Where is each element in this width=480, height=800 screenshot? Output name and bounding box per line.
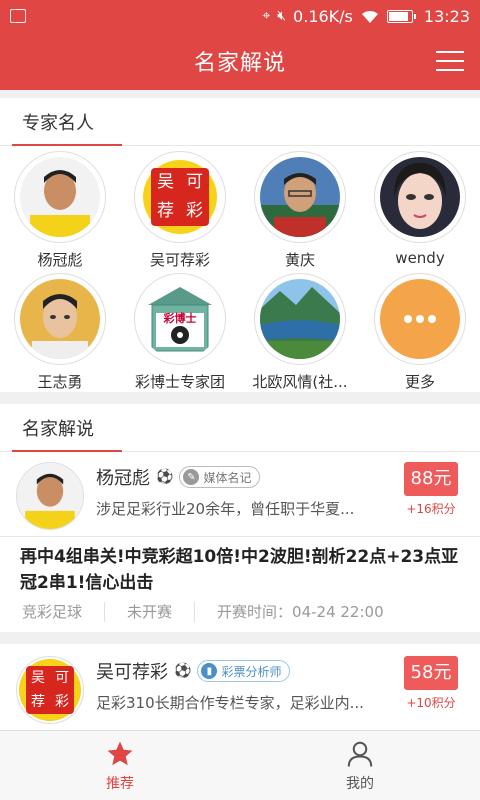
- expert-name: 吴可荐彩: [149, 251, 210, 269]
- section-underline: [12, 144, 122, 146]
- expert-name: 王志勇: [37, 373, 83, 391]
- avatar-ring: [374, 273, 466, 365]
- card-author-row: 杨冠彪 ⚽ ✎ 媒体名记 涉足足彩行业20余年，曾任职于华夏... 88元 +1…: [0, 458, 480, 534]
- page-title: 名家解说: [193, 51, 286, 76]
- commentary-card[interactable]: 吴 可 荐 彩 吴可荐彩 ⚽ ▮ 彩票分析师 足彩310长期合作专栏专家，足彩业…: [0, 644, 480, 730]
- author-description: 涉足足彩行业20余年，曾任职于华夏...: [96, 500, 355, 518]
- expert-name: wendy: [395, 249, 445, 267]
- clock: 13:23: [423, 6, 470, 26]
- pen-icon: ✎: [183, 469, 200, 485]
- stamp-logo: 吴 可 荐 彩: [143, 160, 217, 234]
- avatar-ring: [374, 151, 466, 243]
- section-title: 专家名人: [22, 113, 94, 134]
- author-line: 吴可荐彩 ⚽ ▮ 彩票分析师: [96, 658, 291, 684]
- network-speed: 0.16K/s: [293, 6, 353, 26]
- author-description: 足彩310长期合作专栏专家，足彩业内...: [96, 694, 364, 712]
- avatar-ring: [14, 151, 106, 243]
- section-underline: [12, 450, 122, 452]
- expert-name: 杨冠彪: [37, 251, 83, 269]
- avatar: 彩博士: [140, 279, 220, 359]
- price-value: 58元: [404, 656, 458, 690]
- expert-name: 更多: [404, 373, 435, 391]
- card-author-row: 吴 可 荐 彩 吴可荐彩 ⚽ ▮ 彩票分析师 足彩310长期合作专栏专家，足彩业…: [0, 652, 480, 728]
- battery-icon: [386, 9, 416, 23]
- author-name: 吴可荐彩: [96, 662, 168, 683]
- meta-category: 竞彩足球: [0, 602, 106, 622]
- person-icon: [347, 741, 373, 767]
- avatar-ring: [14, 273, 106, 365]
- section-header: 专家名人: [0, 98, 480, 146]
- mute-icon: 🔇︎: [277, 8, 287, 24]
- avatar-ring: [254, 151, 346, 243]
- tab-mine[interactable]: 我的: [240, 731, 480, 800]
- avatar-ring: [254, 273, 346, 365]
- soccer-ball-icon: ⚽: [174, 663, 192, 679]
- author-badge: ▮ 彩票分析师: [197, 660, 291, 682]
- expert-item[interactable]: 吴 可 荐 彩 吴可荐彩: [120, 151, 240, 270]
- tab-label: 推荐: [106, 775, 134, 792]
- avatar: [16, 462, 84, 530]
- expert-name: 黄庆: [284, 251, 315, 269]
- chart-icon: ▮: [201, 663, 218, 679]
- expert-item[interactable]: 彩博士 彩博士专家团: [120, 273, 240, 392]
- expert-item[interactable]: 杨冠彪: [0, 151, 120, 270]
- price-button[interactable]: 88元 +16积分: [404, 462, 458, 517]
- article-meta: 竞彩足球 未开赛 开赛时间：04-24 22:00: [0, 598, 480, 626]
- logo-text: 彩博士: [163, 312, 197, 325]
- section-title: 名家解说: [22, 419, 94, 440]
- avatar: [20, 279, 100, 359]
- points-reward: +16积分: [406, 502, 456, 516]
- hamburger-menu-icon[interactable]: [436, 51, 464, 71]
- author-badge: ✎ 媒体名记: [179, 466, 261, 488]
- commentary-section-header: 名家解说: [0, 404, 480, 454]
- expert-more-button[interactable]: 更多: [360, 273, 480, 392]
- expert-item[interactable]: 王志勇: [0, 273, 120, 392]
- avatar: [20, 157, 100, 237]
- meta-kickoff: 开赛时间：04-24 22:00: [217, 603, 384, 621]
- expert-name: 北欧风情(社...: [252, 373, 348, 391]
- commentary-card[interactable]: 杨冠彪 ⚽ ✎ 媒体名记 涉足足彩行业20余年，曾任职于华夏... 88元 +1…: [0, 454, 480, 632]
- avatar: 吴 可 荐 彩: [140, 157, 220, 237]
- star-icon: [107, 741, 133, 765]
- avatar: [380, 157, 460, 237]
- more-dots-icon: [380, 279, 460, 359]
- expert-name: 彩博士专家团: [134, 373, 225, 391]
- status-right: ⌖ 🔇︎ 0.16K/s 13:23: [262, 7, 470, 26]
- price-button[interactable]: 58元 +10积分: [404, 656, 458, 711]
- avatar: [260, 279, 340, 359]
- experts-section: 专家名人 杨冠彪 吴 可 荐 彩 吴可荐彩 黄庆 wendy 王志勇 彩博士 彩…: [0, 98, 480, 392]
- price-value: 88元: [404, 462, 458, 496]
- avatar-ring: 彩博士: [134, 273, 226, 365]
- avatar: 吴 可 荐 彩: [16, 656, 84, 724]
- section-header: 名家解说: [0, 404, 480, 452]
- expert-item[interactable]: wendy: [360, 151, 480, 267]
- soccer-ball-icon: ⚽: [156, 469, 174, 485]
- wifi-icon: [361, 10, 378, 23]
- status-bar: ⌖ 🔇︎ 0.16K/s 13:23: [0, 0, 480, 32]
- points-reward: +10积分: [406, 696, 456, 710]
- tab-recommend[interactable]: 推荐: [0, 731, 240, 800]
- avatar-ring: 吴 可 荐 彩: [134, 151, 226, 243]
- bottom-tab-bar: 推荐 我的: [0, 730, 480, 800]
- author-line: 杨冠彪 ⚽ ✎ 媒体名记: [96, 464, 261, 490]
- article-headline[interactable]: 再中4组串关!中竞彩超10倍!中2波胆!剖析22点+23点亚冠2串1!信心出击: [20, 544, 460, 596]
- location-icon: ⌖: [262, 8, 271, 24]
- top-nav-bar: 名家解说: [0, 32, 480, 90]
- tab-label: 我的: [346, 775, 374, 792]
- divider: [0, 536, 480, 537]
- gallery-icon: [10, 9, 26, 23]
- meta-state: 未开赛: [105, 602, 196, 622]
- expert-item[interactable]: 黄庆: [240, 151, 360, 270]
- avatar: [260, 157, 340, 237]
- expert-item[interactable]: 北欧风情(社...: [240, 273, 360, 392]
- author-name: 杨冠彪: [96, 468, 150, 489]
- stamp-logo: 吴 可 荐 彩: [19, 659, 81, 721]
